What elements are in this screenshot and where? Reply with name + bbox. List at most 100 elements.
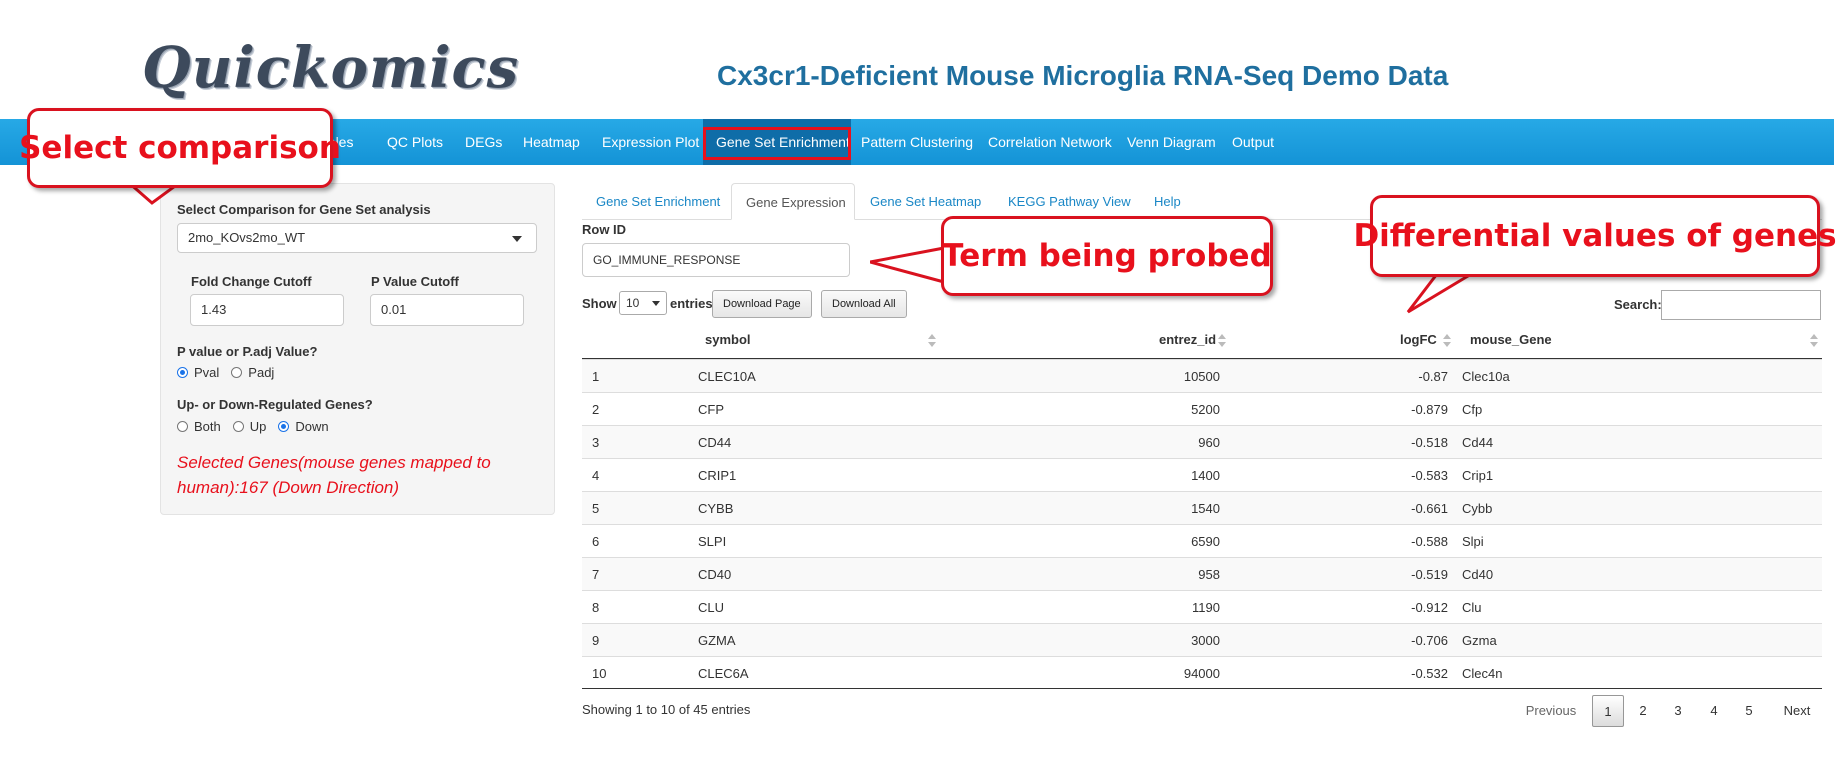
nav-item-expression-plot[interactable]: Expression Plot — [602, 119, 699, 165]
nav-item-correlation-network[interactable]: Correlation Network — [988, 119, 1112, 165]
cell-entrez-id: 10500 — [1183, 369, 1220, 384]
column-header-symbol[interactable]: symbol — [705, 332, 751, 347]
callout-differential-values: Differential values of genes — [1353, 195, 1837, 277]
fc-cutoff-input[interactable]: 1.43 — [190, 294, 344, 326]
nav-item-qc-plots[interactable]: QC Plots — [387, 119, 443, 165]
cell-entrez-id: 5200 — [1191, 402, 1220, 417]
radio-up[interactable]: Up — [232, 419, 267, 434]
radio-both[interactable]: Both — [177, 419, 221, 434]
cell-logfc: -0.87 — [1418, 369, 1448, 384]
nav-item-heatmap[interactable]: Heatmap — [523, 119, 580, 165]
cell-logfc: -0.519 — [1411, 567, 1448, 582]
download-all-button[interactable]: Download All — [821, 290, 907, 318]
table-row[interactable]: 2 CFP 5200 -0.879 Cfp — [582, 392, 1822, 425]
radio-unchecked-icon — [231, 367, 243, 378]
radio-checked-icon — [177, 367, 188, 378]
entries-select[interactable]: 10 — [619, 291, 667, 315]
comparison-select[interactable]: 2mo_KOvs2mo_WT — [177, 223, 537, 253]
sort-icon[interactable] — [928, 334, 936, 348]
row-id-label: Row ID — [582, 222, 627, 237]
chevron-down-icon — [652, 301, 660, 306]
radio-padj-label: Padj — [248, 365, 275, 380]
cell-entrez-id: 1190 — [1192, 600, 1220, 615]
sort-icon[interactable] — [1218, 334, 1226, 348]
cell-entrez-id: 960 — [1198, 435, 1220, 450]
cell-symbol: CD44 — [698, 435, 732, 450]
pagination-page-4[interactable]: 4 — [1700, 695, 1728, 727]
entries-value: 10 — [626, 296, 640, 310]
table-row[interactable]: 4 CRIP1 1400 -0.583 Crip1 — [582, 458, 1822, 491]
radio-padj[interactable]: Padj — [231, 365, 274, 380]
pval-type-radio-group: Pval Padj — [177, 365, 286, 380]
tab-gene-set-enrichment[interactable]: Gene Set Enrichment — [582, 183, 734, 220]
download-page-button[interactable]: Download Page — [712, 290, 812, 318]
search-input[interactable] — [1661, 290, 1821, 320]
pagination-page-3[interactable]: 3 — [1664, 695, 1692, 727]
row-index: 2 — [592, 402, 600, 417]
cell-mouse-gene: Cd44 — [1462, 435, 1494, 450]
row-index: 3 — [592, 435, 600, 450]
table-row[interactable]: 7 CD40 958 -0.519 Cd40 — [582, 557, 1822, 590]
nav-item-output[interactable]: Output — [1232, 119, 1274, 165]
pagination-page-1[interactable]: 1 — [1592, 695, 1624, 727]
cell-logfc: -0.661 — [1411, 501, 1448, 516]
sort-icon[interactable] — [1810, 334, 1818, 348]
tab-help[interactable]: Help — [1140, 183, 1195, 220]
cell-entrez-id: 94000 — [1183, 666, 1220, 681]
callout-select-comparison: Select comparison — [19, 108, 341, 188]
radio-unchecked-icon — [177, 421, 188, 432]
cell-entrez-id: 1540 — [1191, 501, 1220, 516]
nav-item-gene-set-enrichment[interactable]: Gene Set Enrichment — [703, 119, 851, 165]
table-row[interactable]: 9 GZMA 3000 -0.706 Gzma — [582, 623, 1822, 656]
nav-item-venn-diagram[interactable]: Venn Diagram — [1127, 119, 1216, 165]
row-index: 10 — [592, 666, 607, 681]
radio-pval-label: Pval — [194, 365, 220, 380]
cell-mouse-gene: Slpi — [1462, 534, 1484, 549]
row-index: 8 — [592, 600, 600, 615]
radio-down-label: Down — [295, 419, 329, 434]
column-header-mouse-gene[interactable]: mouse_Gene — [1470, 332, 1552, 347]
p-cutoff-input[interactable]: 0.01 — [370, 294, 524, 326]
nav-item-degs[interactable]: DEGs — [465, 119, 502, 165]
cell-entrez-id: 3000 — [1191, 633, 1220, 648]
cell-mouse-gene: Clec4n — [1462, 666, 1503, 681]
sort-icon[interactable] — [1443, 334, 1451, 348]
selected-genes-text: Selected Genes(mouse genes mapped to hum… — [177, 453, 491, 497]
radio-pval[interactable]: Pval — [177, 365, 219, 380]
pagination-previous[interactable]: Previous — [1523, 695, 1579, 727]
cell-logfc: -0.518 — [1411, 435, 1448, 450]
tab-gene-set-heatmap[interactable]: Gene Set Heatmap — [856, 183, 995, 220]
pagination-page-2[interactable]: 2 — [1629, 695, 1657, 727]
cell-mouse-gene: Cd40 — [1462, 567, 1494, 582]
pagination-page-5[interactable]: 5 — [1735, 695, 1763, 727]
row-index: 5 — [592, 501, 600, 516]
fc-cutoff-label: Fold Change Cutoff — [191, 274, 312, 289]
table-row[interactable]: 10 CLEC6A 94000 -0.532 Clec4n — [582, 656, 1822, 689]
row-index: 7 — [592, 567, 600, 582]
column-header-entrez-id[interactable]: entrez_id — [1159, 332, 1216, 347]
column-header-logfc[interactable]: logFC — [1400, 332, 1437, 347]
cell-symbol: CLU — [698, 600, 725, 615]
pagination-next[interactable]: Next — [1781, 695, 1813, 727]
tab-kegg-pathway-view[interactable]: KEGG Pathway View — [994, 183, 1145, 220]
cell-mouse-gene: Cybb — [1462, 501, 1493, 516]
table-row[interactable]: 5 CYBB 1540 -0.661 Cybb — [582, 491, 1822, 524]
radio-down[interactable]: Down — [278, 419, 329, 434]
radio-unchecked-icon — [232, 421, 244, 432]
tab-gene-expression[interactable]: Gene Expression — [731, 183, 855, 220]
search-label: Search: — [1614, 297, 1662, 312]
entries-label: entries — [670, 296, 713, 311]
row-index: 4 — [592, 468, 600, 483]
row-id-input[interactable]: GO_IMMUNE_RESPONSE — [582, 243, 850, 277]
nav-item-pattern-clustering[interactable]: Pattern Clustering — [861, 119, 973, 165]
cell-symbol: CLEC10A — [698, 369, 756, 384]
radio-up-label: Up — [249, 419, 267, 434]
table-row[interactable]: 8 CLU 1190 -0.912 Clu — [582, 590, 1822, 623]
table-info: Showing 1 to 10 of 45 entries — [582, 702, 751, 717]
app-title: Cx3cr1-Deficient Mouse Microglia RNA-Seq… — [717, 60, 1449, 91]
radio-both-label: Both — [194, 419, 221, 434]
callout-tail-term-probed — [870, 246, 945, 284]
table-row[interactable]: 3 CD44 960 -0.518 Cd44 — [582, 425, 1822, 458]
table-row[interactable]: 1 CLEC10A 10500 -0.87 Clec10a — [582, 359, 1822, 392]
table-row[interactable]: 6 SLPI 6590 -0.588 Slpi — [582, 524, 1822, 557]
